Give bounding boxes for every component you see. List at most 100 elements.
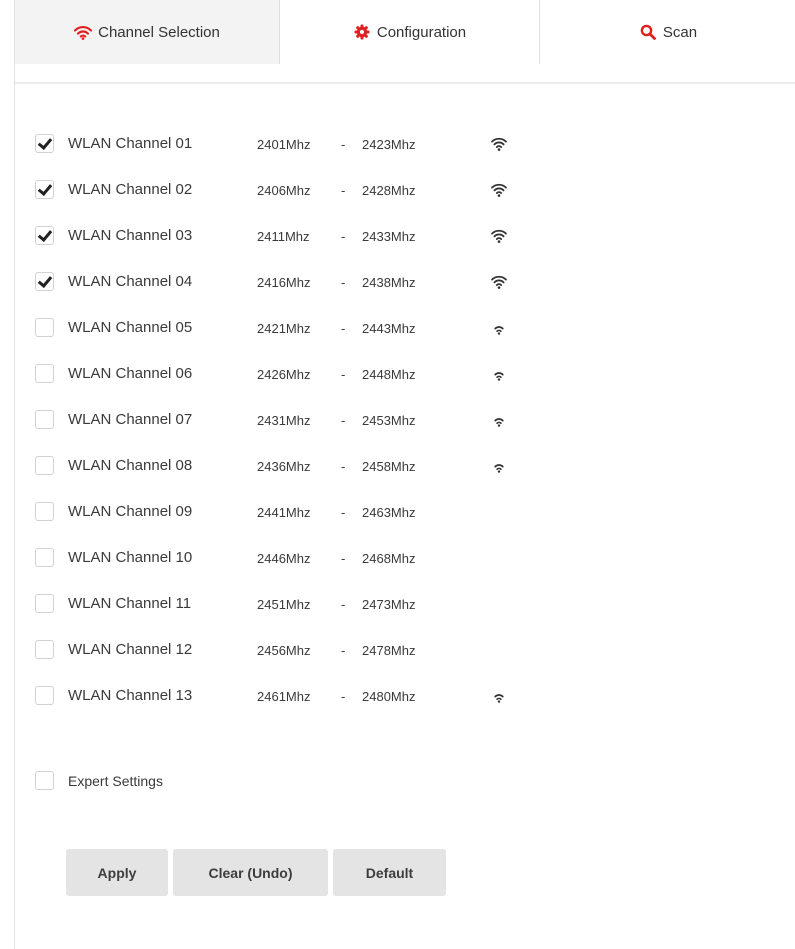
wifi-strong-signal-icon [490, 274, 508, 290]
wifi-strong-signal-icon [490, 136, 508, 152]
range-separator: - [341, 505, 346, 520]
range-separator: - [341, 137, 346, 152]
channel-row[interactable]: WLAN Channel 04 2416Mhz - 2438Mhz [35, 259, 595, 305]
frequency-start: 2441Mhz [257, 505, 311, 520]
clear-undo-button[interactable]: Clear (Undo) [173, 849, 328, 896]
apply-button[interactable]: Apply [66, 849, 168, 896]
channel-row[interactable]: WLAN Channel 09 2441Mhz - 2463Mhz [35, 489, 595, 535]
channel-row[interactable]: WLAN Channel 10 2446Mhz - 2468Mhz [35, 535, 595, 581]
channel-name: WLAN Channel 11 [68, 595, 192, 612]
expert-settings-checkbox[interactable] [35, 771, 54, 790]
channel-name: WLAN Channel 09 [68, 503, 193, 520]
wifi-weak-signal-icon [490, 320, 508, 336]
frequency-end: 2433Mhz [362, 229, 416, 244]
range-separator: - [341, 597, 346, 612]
channel-checkbox[interactable] [35, 594, 54, 613]
frequency-end: 2453Mhz [362, 413, 416, 428]
channel-row[interactable]: WLAN Channel 08 2436Mhz - 2458Mhz [35, 443, 595, 489]
channel-checkbox[interactable] [35, 640, 54, 659]
frequency-end: 2480Mhz [362, 689, 416, 704]
channel-row[interactable]: WLAN Channel 13 2461Mhz - 2480Mhz [35, 673, 595, 719]
frequency-start: 2436Mhz [257, 459, 311, 474]
frequency-end: 2468Mhz [362, 551, 416, 566]
channel-name: WLAN Channel 13 [68, 687, 193, 704]
channel-checkbox[interactable] [35, 456, 54, 475]
channel-checkbox[interactable] [35, 318, 54, 337]
range-separator: - [341, 689, 346, 704]
frequency-start: 2416Mhz [257, 275, 311, 290]
channel-row[interactable]: WLAN Channel 11 2451Mhz - 2473Mhz [35, 581, 595, 627]
frequency-start: 2426Mhz [257, 367, 311, 382]
frequency-start: 2431Mhz [257, 413, 311, 428]
channel-name: WLAN Channel 06 [68, 365, 193, 382]
frequency-start: 2456Mhz [257, 643, 311, 658]
range-separator: - [341, 229, 346, 244]
frequency-start: 2446Mhz [257, 551, 311, 566]
channel-name: WLAN Channel 12 [68, 641, 193, 658]
gear-icon [353, 24, 371, 40]
default-button[interactable]: Default [333, 849, 446, 896]
range-separator: - [341, 321, 346, 336]
frequency-start: 2451Mhz [257, 597, 311, 612]
channel-checkbox[interactable] [35, 364, 54, 383]
search-icon [639, 24, 657, 40]
frequency-end: 2478Mhz [362, 643, 416, 658]
channel-row[interactable]: WLAN Channel 02 2406Mhz - 2428Mhz [35, 167, 595, 213]
channel-row[interactable]: WLAN Channel 01 2401Mhz - 2423Mhz [35, 121, 595, 167]
channel-checkbox[interactable] [35, 686, 54, 705]
channel-list: WLAN Channel 01 2401Mhz -2423Mhz WLAN Chann… [35, 121, 595, 719]
channel-checkbox[interactable] [35, 272, 54, 291]
channel-checkbox[interactable] [35, 548, 54, 567]
tab-configuration[interactable]: Configuration [279, 0, 539, 64]
channel-checkbox[interactable] [35, 134, 54, 153]
channel-name: WLAN Channel 10 [68, 549, 193, 566]
frequency-start: 2406Mhz [257, 183, 311, 198]
channel-name: WLAN Channel 05 [68, 319, 193, 336]
wifi-strong-signal-icon [490, 228, 508, 244]
channel-selection-panel: Channel Selection Configuration Scan WLA… [14, 0, 795, 949]
wifi-weak-signal-icon [490, 366, 508, 382]
frequency-end: 2463Mhz [362, 505, 416, 520]
tab-bar: Channel Selection Configuration Scan [15, 0, 795, 76]
channel-checkbox[interactable] [35, 226, 54, 245]
expert-settings-label: Expert Settings [68, 773, 163, 789]
tab-label: Scan [662, 23, 698, 41]
wifi-weak-signal-icon [490, 688, 508, 704]
tab-label: Configuration [376, 23, 467, 41]
wifi-strong-signal-icon [490, 182, 508, 198]
channel-name: WLAN Channel 07 [68, 411, 193, 428]
range-separator: - [341, 643, 346, 658]
range-separator: - [341, 413, 346, 428]
range-separator: - [341, 551, 346, 566]
channel-row[interactable]: WLAN Channel 06 2426Mhz - 2448Mhz [35, 351, 595, 397]
channel-name: WLAN Channel 02 [68, 181, 193, 198]
tab-channel-selection[interactable]: Channel Selection [15, 0, 279, 76]
channel-name: WLAN Channel 04 [68, 273, 193, 290]
wifi-icon [74, 24, 93, 40]
frequency-start: 2421Mhz [257, 321, 311, 336]
range-separator: - [341, 183, 346, 198]
tab-scan[interactable]: Scan [539, 0, 795, 64]
frequency-end: 2443Mhz [362, 321, 416, 336]
channel-checkbox[interactable] [35, 410, 54, 429]
range-separator: - [341, 459, 346, 474]
frequency-end: 2438Mhz [362, 275, 416, 290]
range-separator: - [341, 367, 346, 382]
tab-label: Channel Selection [98, 23, 220, 41]
channel-row[interactable]: WLAN Channel 12 2456Mhz - 2478Mhz [35, 627, 595, 673]
range-separator: - [341, 275, 346, 290]
channel-checkbox[interactable] [35, 502, 54, 521]
channel-row[interactable]: WLAN Channel 03 2411Mhz - 2433Mhz [35, 213, 595, 259]
frequency-end: 2428Mhz [362, 183, 416, 198]
tab-content-header [15, 64, 795, 84]
channel-row[interactable]: WLAN Channel 05 2421Mhz - 2443Mhz [35, 305, 595, 351]
frequency-end: 2473Mhz [362, 597, 416, 612]
frequency-start: 2461Mhz [257, 689, 311, 704]
wifi-weak-signal-icon [490, 412, 508, 428]
channel-name: WLAN Channel 08 [68, 457, 193, 474]
action-buttons: Apply Clear (Undo) Default [66, 849, 451, 896]
frequency-end: 2458Mhz [362, 459, 416, 474]
channel-row[interactable]: WLAN Channel 07 2431Mhz - 2453Mhz [35, 397, 595, 443]
channel-checkbox[interactable] [35, 180, 54, 199]
expert-settings[interactable]: Expert Settings [35, 768, 163, 796]
